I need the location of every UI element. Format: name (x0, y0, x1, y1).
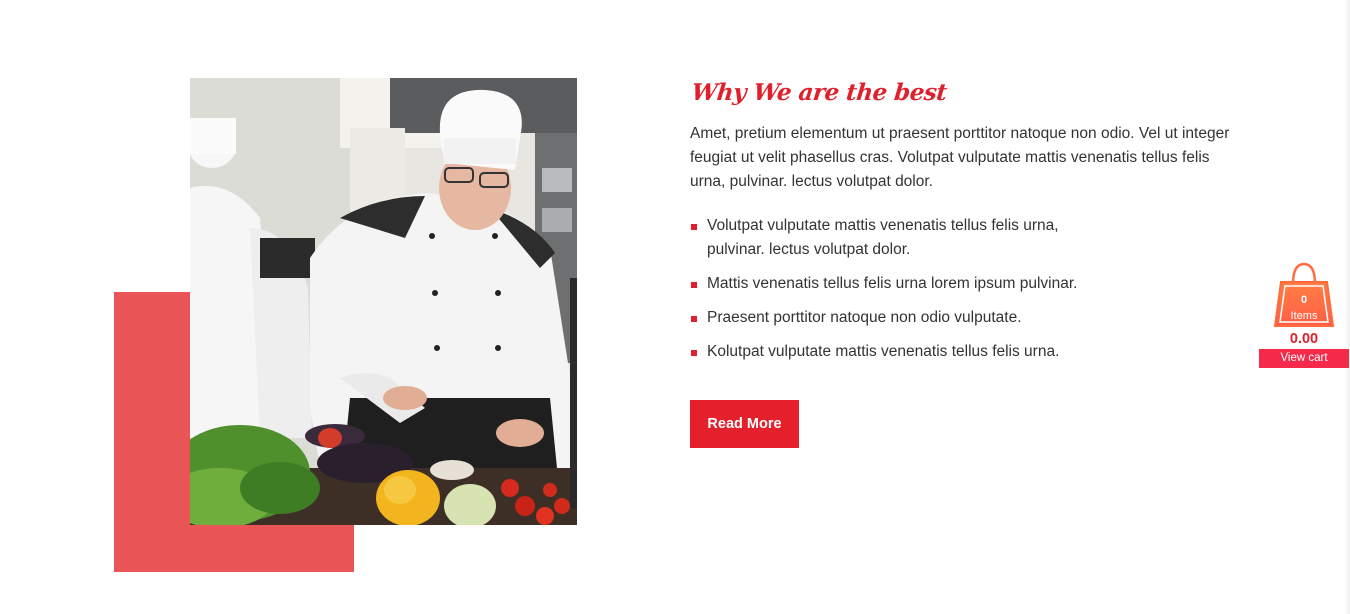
feature-text: Mattis venenatis tellus felis urna lorem… (707, 275, 1078, 292)
feature-text: Kolutpat vulputate mattis venenatis tell… (707, 343, 1060, 360)
feature-text: Praesent porttitor natoque non odio vulp… (707, 309, 1022, 326)
square-bullet-icon (691, 316, 697, 322)
feature-item: Praesent porttitor natoque non odio vulp… (690, 306, 1110, 330)
intro-paragraph: Amet, pretium elementum ut praesent port… (690, 125, 1230, 190)
view-cart-button[interactable]: View cart (1259, 349, 1349, 368)
feature-item: Mattis venenatis tellus felis urna lorem… (690, 272, 1110, 296)
square-bullet-icon (691, 350, 697, 356)
cart-total: 0.00 (1289, 331, 1319, 347)
square-bullet-icon (691, 224, 697, 230)
read-more-button[interactable]: Read More (690, 400, 799, 448)
feature-text: Volutpat vulputate mattis venenatis tell… (707, 217, 1059, 258)
feature-item: Volutpat vulputate mattis venenatis tell… (690, 214, 1110, 262)
floating-cart-widget[interactable]: 0 Items 0.00 View cart (1259, 262, 1349, 368)
square-bullet-icon (691, 282, 697, 288)
features-list: Volutpat vulputate mattis venenatis tell… (690, 214, 1110, 364)
cart-item-count: 0 (1300, 294, 1308, 306)
why-best-section: Why We are the best Amet, pretium elemen… (690, 78, 1230, 448)
section-heading: Why We are the best (690, 79, 949, 106)
chef-photo (190, 78, 577, 525)
feature-item: Kolutpat vulputate mattis venenatis tell… (690, 340, 1110, 364)
cart-items-label: Items (1290, 310, 1318, 322)
